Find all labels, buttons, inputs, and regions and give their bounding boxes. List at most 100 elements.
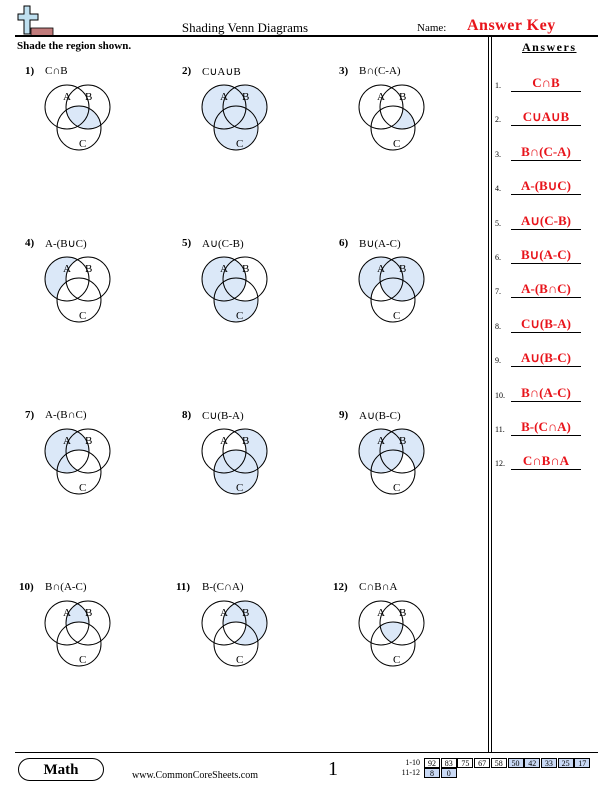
answer-text: B-(C∩A) (511, 418, 581, 436)
name-value: Answer Key (467, 17, 556, 34)
score-cell: 83 (440, 758, 457, 768)
venn-diagram: A B C (201, 84, 268, 151)
score-cell: 8 (424, 768, 440, 778)
page-number: 1 (328, 758, 338, 780)
circle-label-b: B (399, 263, 406, 275)
answer-text: B∩(C-A) (511, 143, 581, 161)
score-cell: 58 (490, 758, 507, 768)
problem-number: 1) (25, 65, 35, 77)
name-label: Name: (417, 22, 447, 34)
score-cell: 92 (424, 758, 440, 768)
circle-label-a: A (220, 435, 228, 447)
problem-expression: C∪A∪B (202, 66, 241, 78)
circle-label-a: A (63, 263, 71, 275)
answer-text: C∩B (511, 74, 581, 92)
circle-label-a: A (377, 263, 385, 275)
instructions: Shade the region shown. (17, 40, 132, 52)
circle-label-a: A (63, 91, 71, 103)
problem-number: 12) (333, 581, 348, 593)
circle-label-b: B (85, 435, 92, 447)
problem-expression: A-(B∪C) (45, 238, 87, 250)
answer-number: 3. (495, 149, 501, 159)
circle-label-a: A (63, 607, 71, 619)
answer-text: B∪(A-C) (511, 246, 581, 264)
score-cell: 25 (557, 758, 574, 768)
answer-number: 2. (495, 115, 501, 125)
venn-diagram: A B C (358, 428, 425, 495)
answer-number: 11. (495, 425, 505, 434)
circle-label-a: A (377, 607, 385, 619)
venn-diagram: A B C (44, 84, 111, 151)
score-cell: 75 (457, 758, 474, 768)
footer-divider (15, 752, 598, 753)
score-cell: 42 (524, 758, 541, 768)
logo-icon (17, 5, 54, 37)
venn-diagram: A B C (44, 600, 111, 667)
circle-label-a: A (220, 91, 228, 103)
venn-diagram: A B C (358, 256, 425, 323)
answer-number: 4. (495, 184, 501, 194)
problem-number: 10) (19, 581, 34, 593)
circle-label-b: B (399, 607, 406, 619)
score-cell: 33 (540, 758, 557, 768)
column-divider (491, 37, 492, 752)
answer-number: 12. (495, 459, 505, 469)
answer-text: A∪(C-B) (511, 212, 581, 230)
column-divider (488, 37, 489, 752)
answer-text: A-(B∪C) (511, 177, 581, 196)
answer-text: B∩(A-C) (511, 384, 581, 402)
answer-number: 7. (495, 287, 501, 297)
answers-heading: Answers (522, 40, 577, 54)
circle-label-b: B (399, 435, 406, 447)
answer-text: C∪(B-A) (511, 315, 581, 333)
problem-expression: A∪(B-C) (359, 410, 401, 422)
problem-number: 5) (182, 237, 192, 249)
answer-number: 1. (495, 81, 501, 90)
problem-number: 11) (176, 581, 191, 593)
problem-expression: C∩B (45, 65, 68, 77)
problem-expression: B-(C∩A) (202, 581, 244, 593)
answer-text: A-(B∩C) (511, 280, 581, 299)
circle-label-b: B (242, 91, 249, 103)
circle-label-b: B (85, 263, 92, 275)
problem-number: 7) (25, 409, 35, 421)
circle-label-c: C (393, 310, 400, 322)
problem-expression: B∩(A-C) (45, 581, 87, 593)
answer-number: 9. (495, 356, 501, 366)
circle-label-c: C (236, 482, 243, 494)
worksheet-page: Shading Venn Diagrams Name: Answer Key S… (0, 0, 612, 792)
circle-label-b: B (242, 435, 249, 447)
circle-label-b: B (85, 91, 92, 103)
score-cell: 0 (440, 768, 457, 778)
problem-number: 4) (25, 237, 35, 249)
circle-label-c: C (393, 482, 400, 494)
circle-label-a: A (220, 263, 228, 275)
answer-number: 5. (495, 218, 501, 228)
venn-diagram: A B C (44, 256, 111, 323)
venn-diagram: A B C (201, 600, 268, 667)
problem-expression: C∩B∩A (359, 581, 398, 593)
subject-badge: Math (18, 758, 104, 781)
circle-label-a: A (220, 607, 228, 619)
problem-number: 6) (339, 237, 349, 249)
venn-diagram: A B C (201, 256, 268, 323)
website-url: www.CommonCoreSheets.com (132, 770, 259, 781)
score-cell: 50 (507, 758, 524, 768)
venn-diagram: A B C (358, 600, 425, 667)
circle-label-c: C (393, 654, 400, 666)
answer-text: A∪(B-C) (511, 349, 581, 368)
circle-label-b: B (85, 607, 92, 619)
circle-label-a: A (377, 435, 385, 447)
circle-label-a: A (377, 91, 385, 103)
answer-number: 8. (495, 321, 501, 331)
circle-label-a: A (63, 435, 71, 447)
problem-expression: A-(B∩C) (45, 409, 87, 421)
circle-label-b: B (242, 263, 249, 275)
problem-expression: C∪(B-A) (202, 410, 244, 422)
circle-label-c: C (236, 654, 243, 666)
venn-diagram: A B C (44, 428, 111, 495)
circle-label-c: C (236, 138, 243, 150)
venn-diagram: A B C (201, 428, 268, 495)
circle-label-c: C (393, 138, 400, 150)
problem-expression: B∪(A-C) (359, 238, 401, 250)
